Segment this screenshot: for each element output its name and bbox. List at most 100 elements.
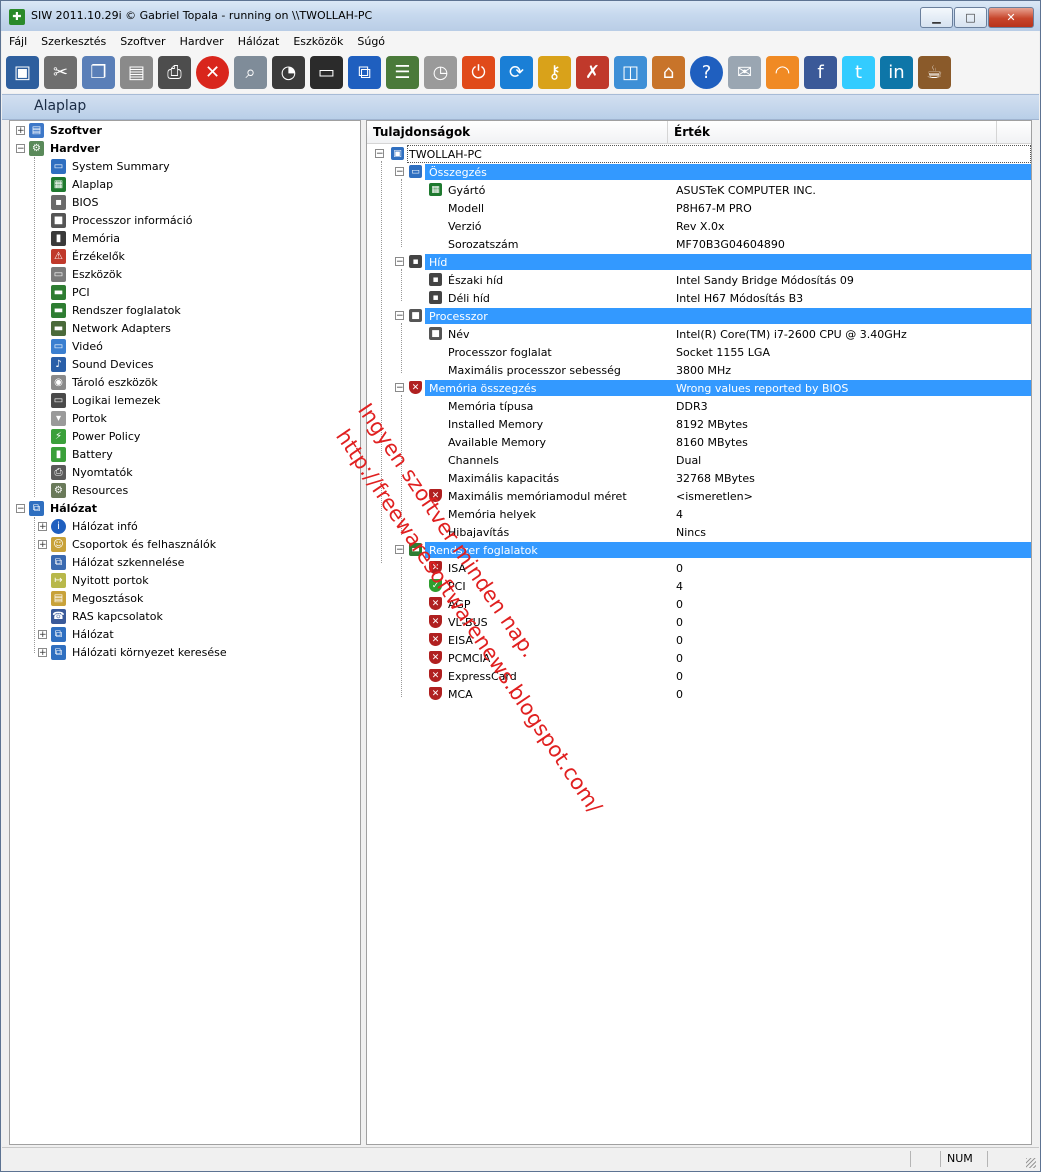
property-row[interactable]: ▦ Gyártó ASUSTeK COMPUTER INC. [367, 181, 1031, 199]
navigation-tree[interactable]: + ▤ Szoftver − ⚙ Hardver ▭ System Summary ▦ Alapl… [9, 120, 361, 1145]
collapse-toggle[interactable]: − [395, 167, 404, 177]
property-category[interactable]: − ▬ Rendszer foglalatok [367, 541, 1031, 559]
tree-item[interactable]: ▭ Videó [38, 337, 103, 355]
property-category[interactable]: − ▪ Híd [367, 253, 1031, 271]
tree-item[interactable]: ⎙ Nyomtatók [38, 463, 133, 481]
network-icon[interactable]: ⧉ [348, 55, 381, 89]
properties-pane[interactable]: Tulajdonságok Érték − ▣ TWOLLAH-PC − ▭ Öss… [366, 120, 1032, 1145]
menu-item[interactable]: Szoftver [113, 35, 172, 48]
property-row[interactable]: ✕ MCA 0 [367, 685, 1031, 703]
column-separator[interactable] [996, 121, 997, 143]
tree-item[interactable]: ▬ Rendszer foglalatok [38, 301, 181, 319]
shutdown-icon[interactable]: ⏻ [462, 55, 495, 89]
property-row[interactable]: Memória helyek 4 [367, 505, 1031, 523]
tree-item[interactable]: ↦ Nyitott portok [38, 571, 149, 589]
property-row[interactable]: ✕ EISA 0 [367, 631, 1031, 649]
collapse-toggle[interactable]: − [395, 545, 404, 555]
cut-icon[interactable]: ✂ [44, 55, 77, 89]
collapse-toggle[interactable]: − [375, 149, 384, 159]
tree-item[interactable]: + i Hálózat infó [38, 517, 138, 535]
menu-item[interactable]: Hardver [173, 35, 231, 48]
tree-item[interactable]: ⚠ Érzékelők [38, 247, 125, 265]
property-row[interactable]: ✓ PCI 4 [367, 577, 1031, 595]
linkedin-icon[interactable]: in [880, 55, 913, 89]
home-icon[interactable]: ⌂ [652, 55, 685, 89]
tree-item[interactable]: ▬ PCI [38, 283, 90, 301]
menu-item[interactable]: Súgó [350, 35, 392, 48]
tree-item[interactable]: ▭ System Summary [38, 157, 170, 175]
expand-toggle[interactable]: + [38, 629, 47, 639]
property-row[interactable]: ▪ Déli híd Intel H67 Módosítás B3 [367, 289, 1031, 307]
save-icon[interactable]: ▣ [6, 55, 39, 89]
expand-toggle[interactable]: + [38, 521, 47, 531]
tree-item[interactable]: ☎ RAS kapcsolatok [38, 607, 163, 625]
property-row[interactable]: ✕ ExpressCard 0 [367, 667, 1031, 685]
tree-item[interactable]: ♪ Sound Devices [38, 355, 154, 373]
property-row[interactable]: Channels Dual [367, 451, 1031, 469]
tree-item[interactable]: + ☺ Csoportok és felhasználók [38, 535, 216, 553]
rss-icon[interactable]: ◠ [766, 55, 799, 89]
menu-item[interactable]: Eszközök [286, 35, 350, 48]
property-category[interactable]: − ■ Processzor [367, 307, 1031, 325]
stopwatch-icon[interactable]: ◷ [424, 55, 457, 89]
window-icon[interactable]: ◫ [614, 55, 647, 89]
close-button[interactable]: ✕ [988, 7, 1034, 28]
expand-toggle[interactable]: + [38, 647, 47, 657]
menu-item[interactable]: Hálózat [231, 35, 287, 48]
copy-icon[interactable]: ❐ [82, 55, 115, 89]
property-row[interactable]: ✕ VL-BUS 0 [367, 613, 1031, 631]
gauge-icon[interactable]: ◔ [272, 55, 305, 89]
property-row[interactable]: Maximális processzor sebesség 3800 MHz [367, 361, 1031, 379]
property-category[interactable]: − ✕ Memória összegzés Wrong values reported… [367, 379, 1031, 397]
column-property[interactable]: Tulajdonságok [373, 125, 470, 139]
tree-item[interactable]: − ⚙ Hardver [16, 139, 100, 157]
collapse-toggle[interactable]: − [16, 143, 25, 153]
property-row[interactable]: Verzió Rev X.0x [367, 217, 1031, 235]
property-row[interactable]: Processzor foglalat Socket 1155 LGA [367, 343, 1031, 361]
menu-item[interactable]: Szerkesztés [34, 35, 113, 48]
property-row[interactable]: Installed Memory 8192 MBytes [367, 415, 1031, 433]
resize-grip[interactable] [1026, 1158, 1036, 1168]
property-row[interactable]: ✕ Maximális memóriamodul méret <ismeretlen… [367, 487, 1031, 505]
expand-toggle[interactable]: + [38, 539, 47, 549]
tree-item[interactable]: ▦ Alaplap [38, 175, 113, 193]
tree-item[interactable]: ◉ Tároló eszközök [38, 373, 158, 391]
collapse-toggle[interactable]: − [395, 383, 404, 393]
property-category[interactable]: − ▭ Összegzés [367, 163, 1031, 181]
tree-item[interactable]: − ⧉ Hálózat [16, 499, 97, 517]
collapse-toggle[interactable]: − [16, 503, 25, 513]
property-row[interactable]: Memória típusa DDR3 [367, 397, 1031, 415]
tree-item[interactable]: ⚡ Power Policy [38, 427, 140, 445]
print-icon[interactable]: ⎙ [158, 55, 191, 89]
property-row[interactable]: Available Memory 8160 MBytes [367, 433, 1031, 451]
root-node[interactable]: − ▣ TWOLLAH-PC [367, 145, 1031, 163]
title-bar[interactable]: ✚ SIW 2011.10.29i © Gabriel Topala - run… [1, 1, 1040, 31]
property-row[interactable]: ■ Név Intel(R) Core(TM) i7-2600 CPU @ 3.40… [367, 325, 1031, 343]
tools-icon[interactable]: ✗ [576, 55, 609, 89]
tree-item[interactable]: ▬ Network Adapters [38, 319, 171, 337]
list-icon[interactable]: ☰ [386, 55, 419, 89]
help-icon[interactable]: ? [690, 55, 723, 89]
tree-item[interactable]: ■ Processzor információ [38, 211, 193, 229]
property-row[interactable]: Sorozatszám MF70B3G04604890 [367, 235, 1031, 253]
twitter-icon[interactable]: t [842, 55, 875, 89]
property-row[interactable]: Modell P8H67-M PRO [367, 199, 1031, 217]
find-icon[interactable]: ⌕ [234, 55, 267, 89]
key-icon[interactable]: ⚷ [538, 55, 571, 89]
coffee-icon[interactable]: ☕ [918, 55, 951, 89]
property-row[interactable]: ✕ PCMCIA 0 [367, 649, 1031, 667]
property-row[interactable]: ▪ Északi híd Intel Sandy Bridge Módosítás … [367, 271, 1031, 289]
column-value[interactable]: Érték [674, 125, 710, 139]
property-row[interactable]: Maximális kapacitás 32768 MBytes [367, 469, 1031, 487]
stop-icon[interactable]: ✕ [196, 55, 229, 89]
property-row[interactable]: Hibajavítás Nincs [367, 523, 1031, 541]
collapse-toggle[interactable]: − [395, 311, 404, 321]
tree-item[interactable]: + ▤ Szoftver [16, 121, 102, 139]
facebook-icon[interactable]: f [804, 55, 837, 89]
tree-item[interactable]: ▾ Portok [38, 409, 107, 427]
paste-icon[interactable]: ▤ [120, 55, 153, 89]
tree-item[interactable]: ⚙ Resources [38, 481, 128, 499]
tree-item[interactable]: ▭ Logikai lemezek [38, 391, 160, 409]
minimize-button[interactable]: ▁ [920, 7, 953, 28]
refresh-icon[interactable]: ⟳ [500, 55, 533, 89]
